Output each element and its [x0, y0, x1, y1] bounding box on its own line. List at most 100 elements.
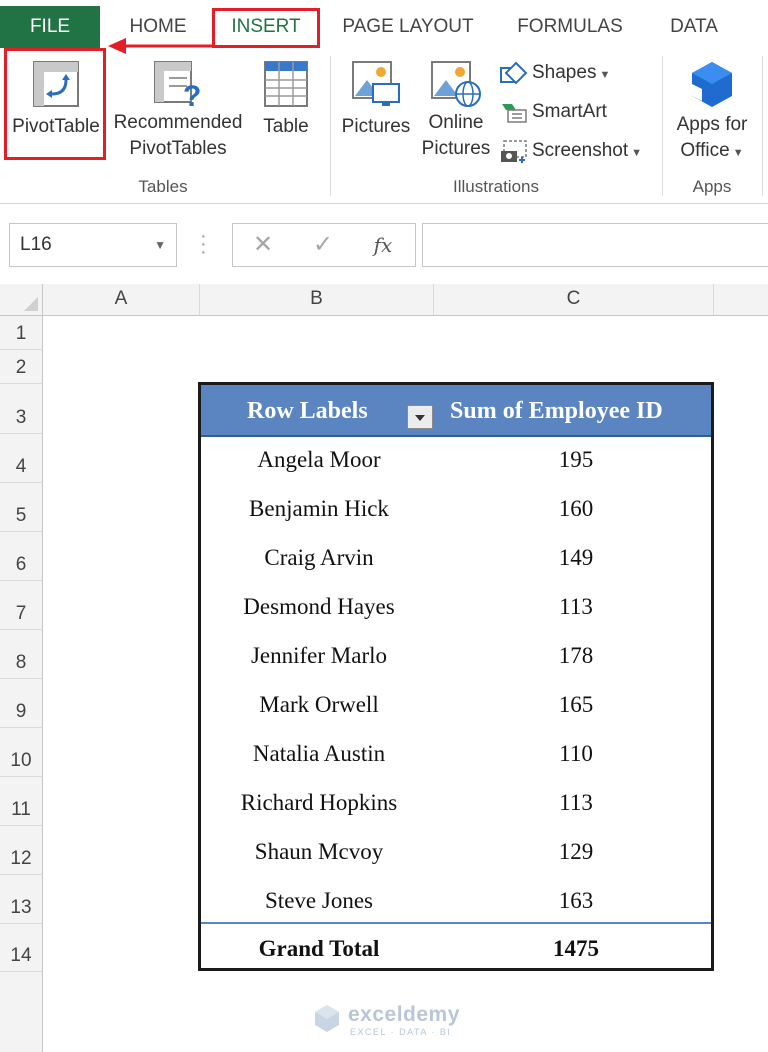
name-box[interactable]: L16 ▼	[9, 223, 177, 267]
table-button[interactable]: Table	[252, 60, 320, 140]
smartart-icon	[502, 103, 527, 123]
pivot-row[interactable]: Desmond Hayes 113	[201, 582, 711, 631]
pivot-row[interactable]: Natalia Austin 110	[201, 729, 711, 778]
insert-function-icon[interactable]: fx	[363, 224, 403, 266]
row-header[interactable]: 8	[0, 630, 43, 679]
pictures-button[interactable]: Pictures	[338, 60, 414, 140]
pictures-label: Pictures	[341, 116, 411, 137]
column-header-b[interactable]: B	[200, 284, 434, 316]
smartart-label: SmartArt	[532, 101, 607, 122]
online-pictures-label-line1: Online	[428, 112, 484, 133]
screenshot-label: Screenshot	[532, 140, 629, 161]
row-header[interactable]: 14	[0, 924, 43, 972]
tab-page-layout[interactable]: PAGE LAYOUT	[334, 8, 482, 46]
svg-text:?: ?	[183, 80, 201, 108]
pivot-row-label: Craig Arvin	[264, 545, 374, 570]
pivot-row[interactable]: Benjamin Hick 160	[201, 484, 711, 533]
insert-tab-highlight	[212, 8, 320, 48]
chevron-down-icon: ▼	[631, 147, 643, 159]
screenshot-icon	[501, 140, 527, 163]
online-pictures-button[interactable]: Online Pictures	[416, 60, 496, 162]
column-header-c[interactable]: C	[434, 284, 714, 316]
pivot-row[interactable]: Shaun Mcvoy 129	[201, 827, 711, 876]
pivot-header-row: Row Labels Sum of Employee ID	[201, 385, 711, 437]
recommended-pivottables-button[interactable]: ? Recommended PivotTables	[108, 60, 248, 162]
watermark-tagline: EXCEL · DATA · BI	[350, 1027, 452, 1037]
row-labels-header: Row Labels	[247, 398, 368, 424]
pivot-row-label: Benjamin Hick	[249, 496, 389, 521]
ribbon-insert-panel: PivotTable ? Recommended PivotTables Tab…	[0, 48, 768, 204]
filter-dropdown-icon[interactable]	[407, 405, 433, 429]
grand-total-label: Grand Total	[258, 936, 380, 961]
select-all-corner[interactable]	[0, 284, 43, 316]
recommended-label-line2: PivotTables	[129, 138, 227, 159]
row-header[interactable]: 6	[0, 532, 43, 581]
chevron-down-icon: ▼	[732, 147, 744, 159]
screenshot-button[interactable]: Screenshot ▼	[500, 136, 642, 166]
chevron-down-icon: ▼	[599, 69, 611, 81]
pivot-row-label: Mark Orwell	[259, 692, 379, 717]
pivot-row-value: 129	[558, 839, 594, 864]
tab-data[interactable]: DATA	[660, 8, 728, 46]
apps-for-office-button[interactable]: Apps for Office ▼	[668, 60, 756, 166]
pivot-row-value: 163	[558, 888, 594, 913]
row-header[interactable]: 9	[0, 679, 43, 728]
row-header[interactable]: 13	[0, 875, 43, 924]
row-header[interactable]: 5	[0, 483, 43, 532]
red-arrow-icon	[108, 38, 214, 54]
pivot-row[interactable]: Mark Orwell 165	[201, 680, 711, 729]
formula-buttons: ✕ ✓ fx	[232, 223, 416, 267]
row-header[interactable]: 3	[0, 384, 43, 434]
row-header[interactable]: 12	[0, 826, 43, 875]
pivot-row-label: Shaun Mcvoy	[254, 839, 384, 864]
pivot-row-value: 110	[559, 741, 593, 766]
group-divider	[762, 56, 763, 196]
row-header[interactable]: 1	[0, 316, 43, 350]
pictures-icon	[352, 61, 400, 106]
grand-total-value: 1475	[553, 936, 599, 961]
pivot-row[interactable]: Steve Jones 163	[201, 876, 711, 925]
shapes-icon	[500, 61, 528, 85]
illustrations-group-label: Illustrations	[453, 177, 539, 196]
pivot-row-label: Desmond Hayes	[243, 594, 395, 619]
shapes-button[interactable]: Shapes ▼	[500, 58, 610, 88]
row-header[interactable]: 7	[0, 581, 43, 630]
pivot-row-value: 113	[559, 790, 593, 815]
chevron-down-icon[interactable]: ▼	[154, 224, 166, 266]
pivot-row[interactable]: Richard Hopkins 113	[201, 778, 711, 827]
table-label: Table	[263, 116, 309, 137]
tab-file[interactable]: FILE	[0, 6, 100, 48]
column-header-next[interactable]	[714, 284, 768, 316]
formula-bar: L16 ▼ · · · ✕ ✓ fx	[0, 204, 768, 284]
shapes-label: Shapes	[532, 62, 597, 83]
pivot-row[interactable]: Jennifer Marlo 178	[201, 631, 711, 680]
apps-group-label: Apps	[692, 177, 732, 196]
formula-input[interactable]	[422, 223, 768, 267]
smartart-button[interactable]: SmartArt	[500, 97, 607, 127]
enter-icon[interactable]: ✓	[303, 224, 343, 266]
row-header[interactable]: 11	[0, 777, 43, 826]
watermark-brand: exceldemy	[348, 1003, 460, 1026]
apps-label-line2-row: Office ▼	[668, 138, 756, 166]
apps-for-office-icon	[692, 62, 732, 107]
row-header[interactable]: 4	[0, 434, 43, 483]
exceldemy-watermark: exceldemy EXCEL · DATA · BI	[312, 1003, 459, 1038]
pivot-row-label: Jennifer Marlo	[250, 643, 388, 668]
row-header[interactable]: 2	[0, 350, 43, 384]
pivot-table[interactable]: Row Labels Sum of Employee ID Angela Moo…	[198, 382, 714, 971]
pivot-row-label: Natalia Austin	[252, 741, 386, 766]
row-header	[0, 972, 43, 1052]
row-header[interactable]: 10	[0, 728, 43, 777]
tables-group-label: Tables	[138, 177, 188, 196]
drag-handle-icon[interactable]: · · ·	[200, 226, 207, 262]
sum-employee-id-header: Sum of Employee ID	[450, 398, 663, 424]
grand-total-row[interactable]: Grand Total 1475	[201, 922, 711, 973]
cancel-icon[interactable]: ✕	[243, 224, 283, 266]
table-icon	[264, 61, 308, 107]
group-divider	[330, 56, 331, 196]
tab-formulas[interactable]: FORMULAS	[508, 8, 632, 46]
pivot-row-value: 165	[558, 692, 594, 717]
pivot-row[interactable]: Angela Moor 195	[201, 435, 711, 484]
pivot-row[interactable]: Craig Arvin 149	[201, 533, 711, 582]
column-header-a[interactable]: A	[43, 284, 200, 316]
